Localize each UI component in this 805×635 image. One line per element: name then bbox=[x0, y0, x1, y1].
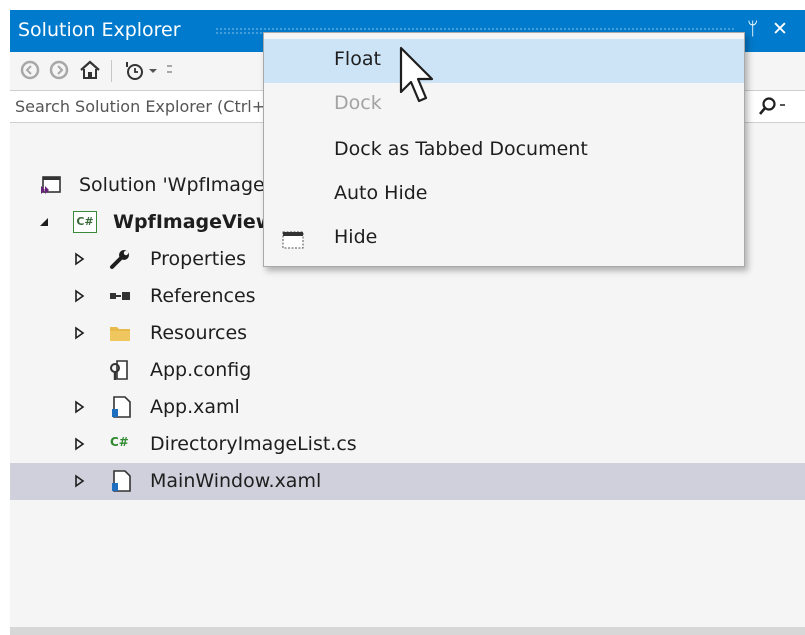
mouse-pointer-icon bbox=[399, 46, 434, 103]
expand-arrow-icon[interactable] bbox=[72, 400, 86, 414]
tree-label: App.xaml bbox=[150, 396, 240, 418]
dropdown-icon[interactable] bbox=[146, 58, 160, 82]
solution-icon bbox=[41, 176, 61, 194]
tree-label: App.config bbox=[150, 359, 252, 381]
pin-icon[interactable]: ᛘ bbox=[747, 18, 758, 40]
csharp-project-icon: C# bbox=[73, 211, 97, 233]
back-icon[interactable] bbox=[18, 58, 42, 82]
expand-arrow-icon[interactable] bbox=[72, 289, 86, 303]
menu-item-dock-as-tabbed-document[interactable]: Dock as Tabbed Document bbox=[264, 129, 744, 173]
menu-label: Auto Hide bbox=[334, 182, 428, 204]
tree-row-main-window-xaml[interactable]: MainWindow.xaml bbox=[10, 463, 805, 500]
panel-title: Solution Explorer bbox=[18, 19, 181, 41]
expand-arrow-icon[interactable] bbox=[72, 252, 86, 266]
menu-item-float[interactable]: Float bbox=[264, 39, 744, 83]
search-icon[interactable] bbox=[755, 94, 789, 120]
references-icon bbox=[110, 292, 130, 300]
config-file-icon bbox=[110, 360, 128, 380]
toolbar-separator bbox=[111, 60, 112, 82]
collapse-arrow-icon[interactable] bbox=[37, 215, 51, 229]
tree-label: MainWindow.xaml bbox=[150, 470, 322, 492]
xaml-file-icon bbox=[112, 396, 131, 418]
sync-icon[interactable] bbox=[164, 58, 178, 82]
panel-bottom-edge bbox=[10, 627, 805, 635]
tree-label: Properties bbox=[150, 248, 247, 270]
expand-arrow-icon[interactable] bbox=[72, 326, 86, 340]
menu-item-auto-hide[interactable]: Auto Hide bbox=[264, 173, 744, 217]
tree-row-references[interactable]: References bbox=[10, 278, 805, 315]
csharp-file-icon: C# bbox=[110, 435, 129, 449]
tree-row-app-config[interactable]: App.config bbox=[10, 352, 805, 389]
menu-label: Hide bbox=[334, 226, 378, 248]
expand-arrow-icon[interactable] bbox=[72, 474, 86, 488]
folder-icon bbox=[110, 327, 130, 341]
menu-item-dock[interactable]: Dock bbox=[264, 83, 744, 127]
tree-row-resources[interactable]: Resources bbox=[10, 315, 805, 352]
pending-changes-icon[interactable] bbox=[122, 58, 146, 82]
hide-window-icon bbox=[282, 231, 304, 249]
xaml-file-icon bbox=[112, 470, 131, 492]
tree-row-directory-image-list[interactable]: C# DirectoryImageList.cs bbox=[10, 426, 805, 463]
dock-context-menu: Float Dock Dock as Tabbed Document Auto … bbox=[263, 32, 745, 267]
menu-item-hide[interactable]: Hide bbox=[264, 217, 744, 261]
home-icon[interactable] bbox=[78, 58, 102, 82]
menu-label: Dock as Tabbed Document bbox=[334, 138, 588, 160]
menu-label: Dock bbox=[334, 92, 382, 114]
wrench-icon bbox=[110, 250, 129, 269]
tree-label: References bbox=[150, 285, 256, 307]
menu-label: Float bbox=[334, 48, 381, 70]
expand-arrow-icon[interactable] bbox=[72, 437, 86, 451]
forward-icon[interactable] bbox=[47, 58, 71, 82]
tree-label: Resources bbox=[150, 322, 248, 344]
tree-label: DirectoryImageList.cs bbox=[150, 433, 357, 455]
tree-row-app-xaml[interactable]: App.xaml bbox=[10, 389, 805, 426]
close-icon[interactable]: ✕ bbox=[772, 18, 788, 40]
